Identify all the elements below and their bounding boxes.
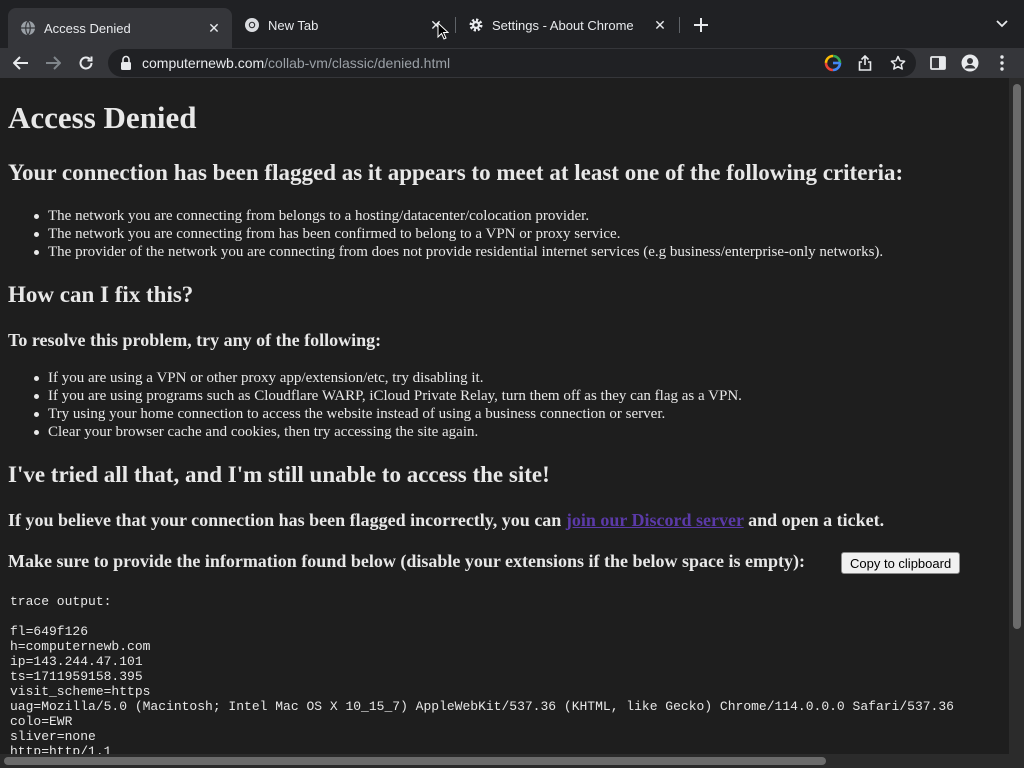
list-item: The network you are connecting from has …	[33, 225, 883, 243]
lock-icon[interactable]	[120, 55, 134, 71]
tab-title: Access Denied	[44, 20, 131, 36]
close-tab-icon[interactable]: ✕	[206, 20, 222, 36]
horizontal-scroll-thumb[interactable]	[4, 757, 826, 765]
vertical-scrollbar[interactable]	[1009, 78, 1024, 754]
back-arrow-icon[interactable]	[8, 50, 34, 76]
discord-link[interactable]: join our Discord server	[566, 510, 744, 530]
page-content: Access Denied Your connection has been f…	[0, 78, 1009, 754]
new-tab-icon[interactable]	[690, 14, 712, 36]
fixes-list: If you are using a VPN or other proxy ap…	[34, 369, 742, 441]
gear-icon	[468, 17, 484, 33]
page-title: Access Denied	[8, 100, 197, 135]
list-item: Try using your home connection to access…	[34, 405, 742, 423]
list-item: The network you are connecting from belo…	[33, 207, 883, 225]
tab-access-denied[interactable]: Access Denied ✕	[8, 8, 232, 48]
forward-arrow-icon[interactable]	[40, 50, 66, 76]
believe-suffix: and open a ticket.	[743, 510, 885, 530]
reload-icon[interactable]	[73, 50, 99, 76]
criteria-list: The network you are connecting from belo…	[33, 207, 884, 261]
url-text: computernewb.com/collab-vm/classic/denie…	[142, 55, 450, 71]
vertical-scroll-thumb[interactable]	[1013, 84, 1021, 629]
menu-kebab-icon[interactable]	[989, 50, 1015, 76]
profile-avatar-icon[interactable]	[957, 50, 983, 76]
trace-output: trace output: fl=649f126 h=computernewb.…	[10, 594, 954, 754]
tab-strip: Access Denied ✕ New Tab ✕ Settings - Abo…	[0, 0, 1024, 48]
side-panel-icon[interactable]	[925, 50, 951, 76]
share-icon[interactable]	[855, 53, 875, 73]
resolve-heading: To resolve this problem, try any of the …	[8, 330, 382, 350]
fix-heading: How can I fix this?	[8, 282, 194, 307]
tab-settings[interactable]: Settings - About Chrome ✕	[456, 8, 678, 42]
list-item: If you are using a VPN or other proxy ap…	[34, 369, 742, 387]
list-item: If you are using programs such as Cloudf…	[34, 388, 742, 404]
list-item: Clear your browser cache and cookies, th…	[34, 423, 742, 441]
provide-info-text: Make sure to provide the information fou…	[8, 551, 806, 571]
tab-title: Settings - About Chrome	[492, 17, 634, 33]
google-icon[interactable]	[823, 53, 843, 73]
globe-icon	[20, 20, 36, 36]
still-unable-heading: I've tried all that, and I'm still unabl…	[8, 462, 550, 487]
scrollbar-corner	[1009, 754, 1024, 768]
address-bar[interactable]: computernewb.com/collab-vm/classic/denie…	[108, 49, 916, 77]
believe-paragraph: If you believe that your connection has …	[8, 510, 884, 531]
chevron-down-icon[interactable]	[992, 14, 1012, 34]
tab-new-tab[interactable]: New Tab ✕	[232, 8, 454, 42]
toolbar: computernewb.com/collab-vm/classic/denie…	[0, 48, 1024, 78]
tab-separator	[679, 17, 680, 33]
flagged-heading: Your connection has been flagged as it a…	[8, 160, 904, 185]
list-item: The provider of the network you are conn…	[33, 244, 884, 260]
bookmark-star-icon[interactable]	[888, 53, 908, 73]
horizontal-scrollbar[interactable]	[0, 754, 1009, 768]
chrome-icon	[244, 17, 260, 33]
believe-prefix: If you believe that your connection has …	[8, 510, 566, 530]
tab-title: New Tab	[268, 17, 319, 33]
mouse-cursor-icon	[437, 21, 450, 40]
close-tab-icon[interactable]: ✕	[652, 17, 668, 33]
url-path: /collab-vm/classic/denied.html	[264, 55, 451, 71]
url-host: computernewb.com	[142, 55, 265, 71]
copy-to-clipboard-button[interactable]: Copy to clipboard	[841, 552, 961, 574]
